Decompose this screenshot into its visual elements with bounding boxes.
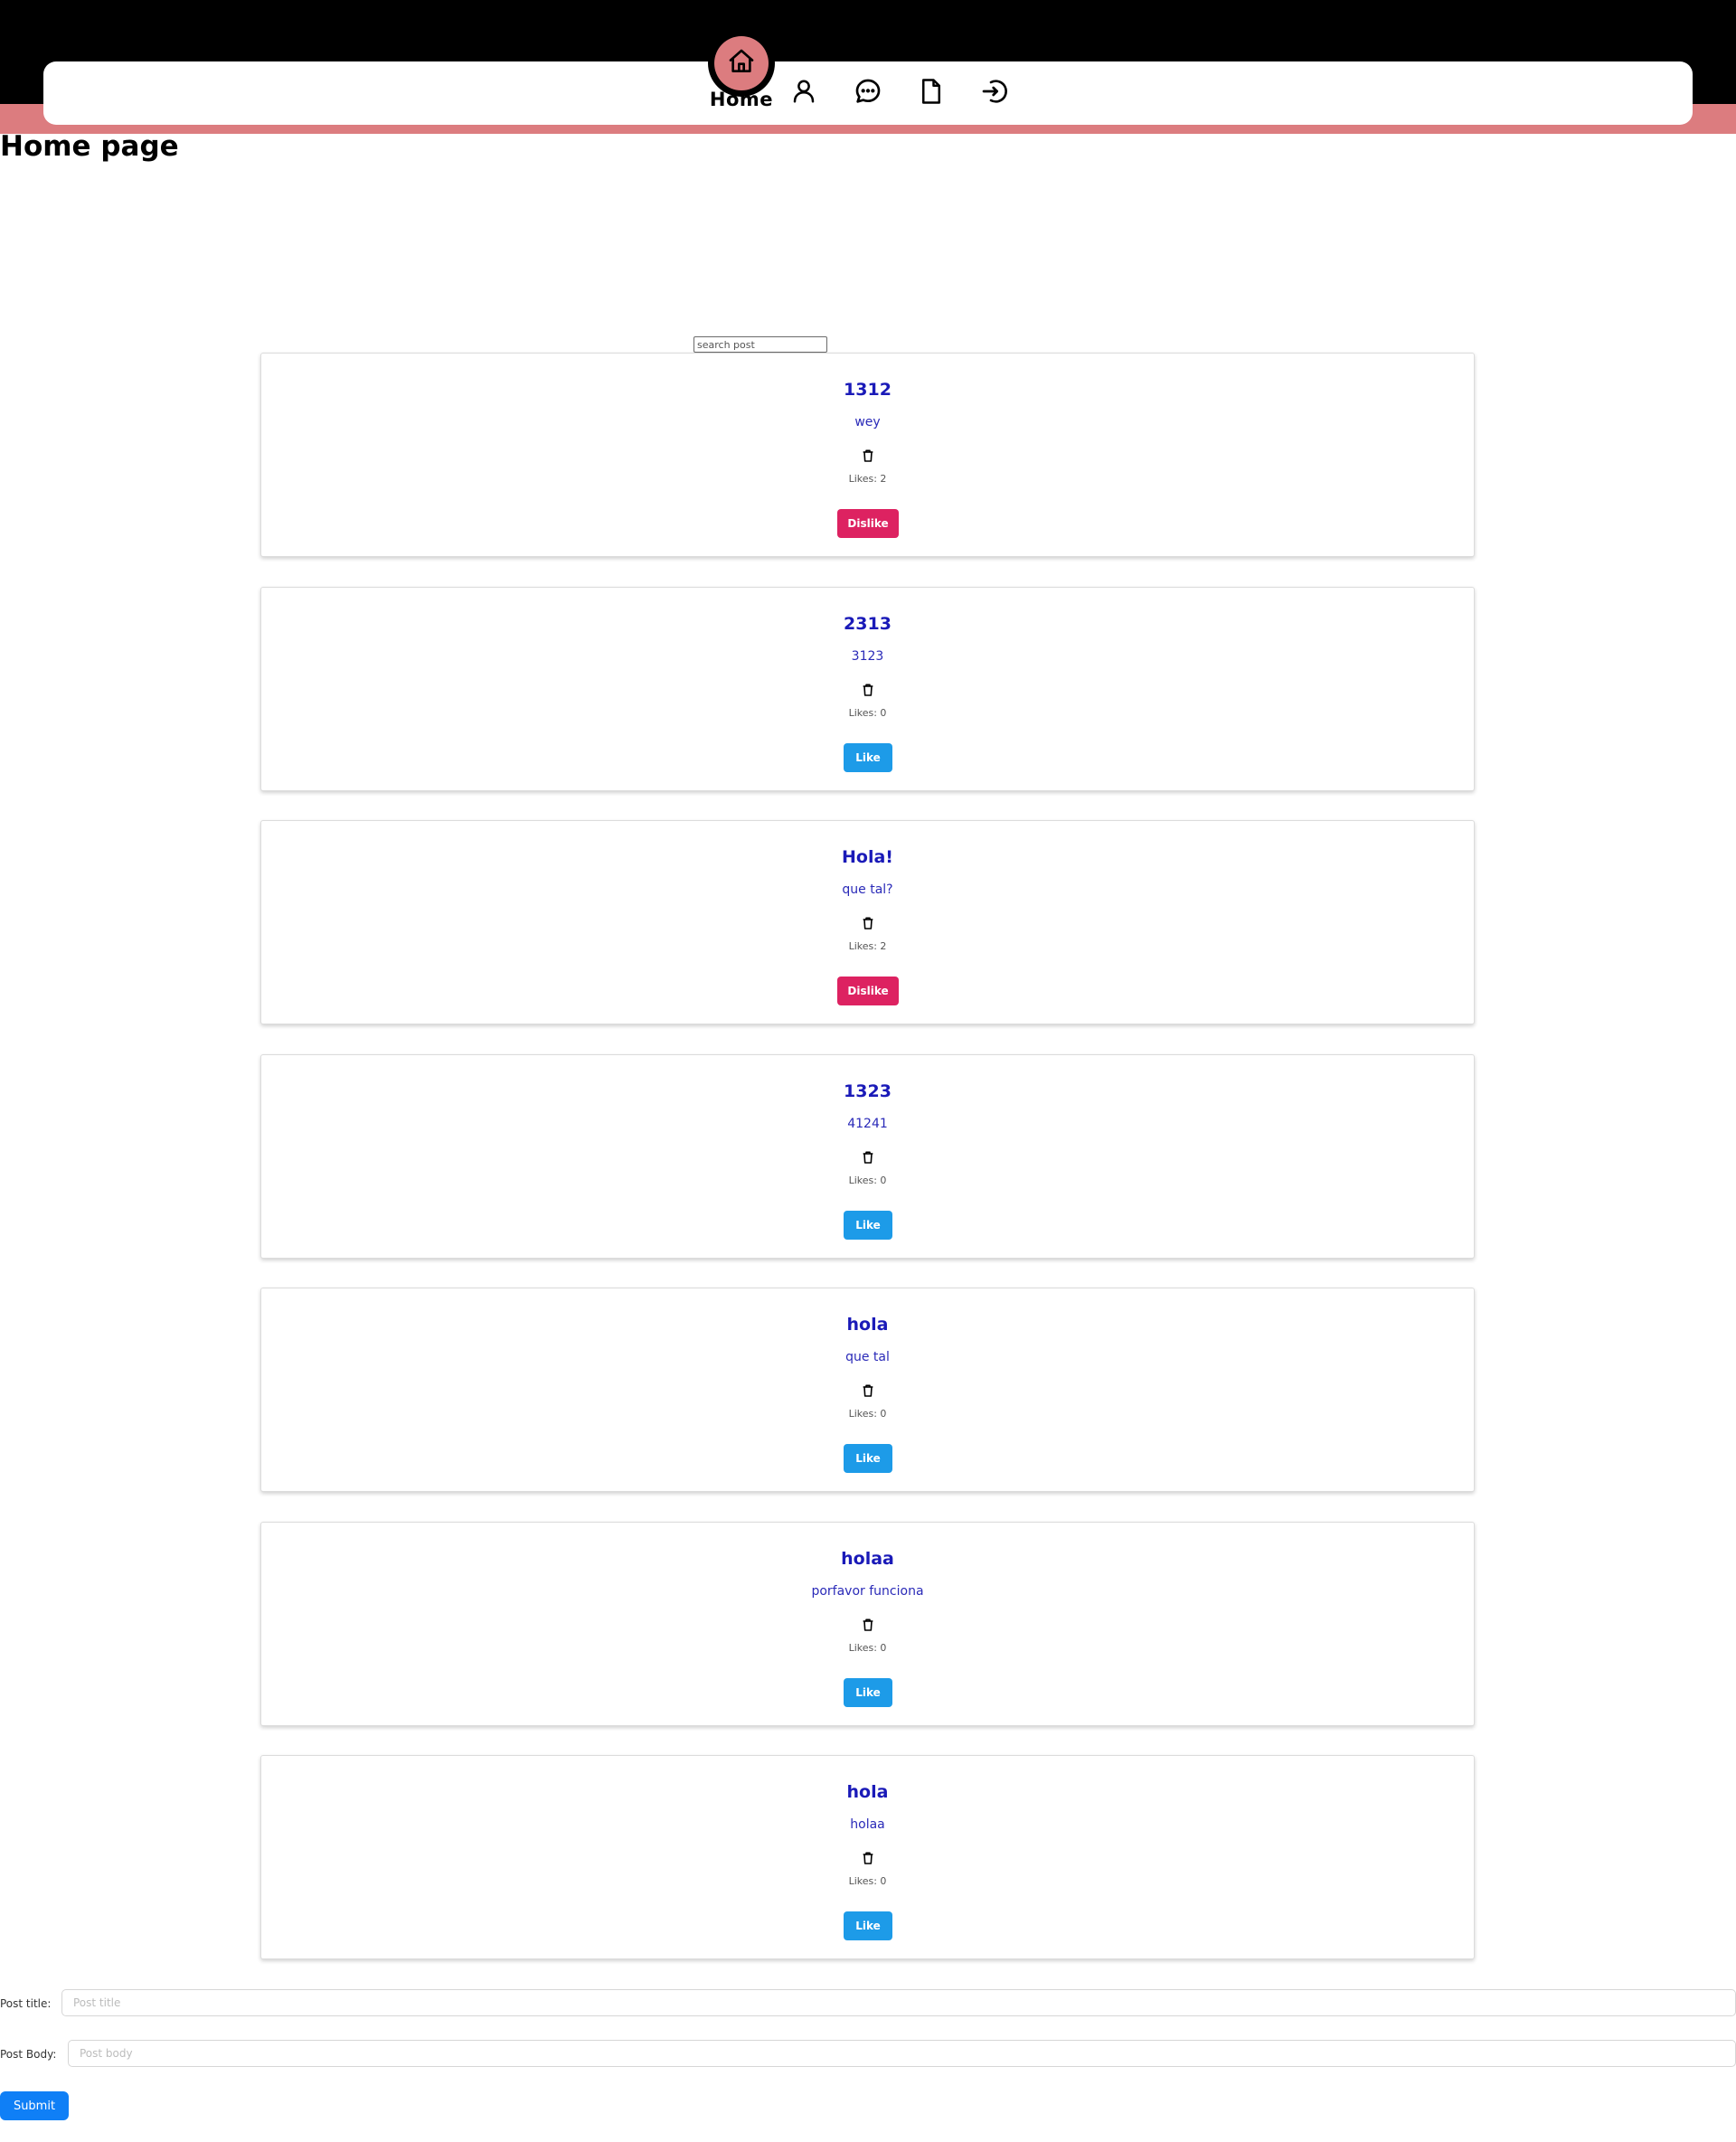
like-button[interactable]: Like (844, 1211, 892, 1240)
post-likes-count: Likes: 0 (848, 1408, 887, 1420)
post-body-input[interactable] (68, 2040, 1736, 2067)
post-likes-count: Likes: 2 (848, 473, 887, 485)
delete-post-button[interactable] (859, 1150, 877, 1168)
nav-home-label[interactable]: Home (707, 89, 776, 110)
trash-icon (861, 916, 875, 934)
document-icon (918, 78, 945, 109)
like-button[interactable]: Like (844, 1444, 892, 1473)
post-body: que tal? (842, 882, 893, 897)
trash-icon (861, 448, 875, 467)
post-title-input[interactable] (61, 1989, 1736, 2016)
delete-post-button[interactable] (859, 1618, 877, 1636)
delete-post-button[interactable] (859, 1851, 877, 1869)
post-title: holaa (841, 1549, 894, 1569)
post-card: Hola! que tal? Likes: 2 Dislike (260, 820, 1475, 1024)
trash-icon (861, 1851, 875, 1869)
nav-item-messages[interactable] (853, 78, 883, 109)
like-button[interactable]: Like (844, 1911, 892, 1940)
post-card: 1323 41241 Likes: 0 Like (260, 1054, 1475, 1259)
post-body: holaa (850, 1817, 885, 1832)
post-likes-count: Likes: 0 (848, 1642, 887, 1654)
trash-icon (861, 683, 875, 701)
nav-item-profile[interactable] (788, 78, 819, 109)
user-icon (790, 78, 817, 109)
search-input[interactable] (693, 336, 827, 353)
nav-item-home[interactable] (714, 36, 769, 90)
delete-post-button[interactable] (859, 916, 877, 934)
post-card: 2313 3123 Likes: 0 Like (260, 587, 1475, 791)
post-card: holaa porfavor funciona Likes: 0 Like (260, 1522, 1475, 1726)
delete-post-button[interactable] (859, 1383, 877, 1401)
post-title: hola (846, 1782, 889, 1802)
trash-icon (861, 1618, 875, 1636)
page-title: Home page (0, 130, 179, 163)
post-body: que tal (845, 1350, 890, 1364)
post-body: 41241 (847, 1117, 888, 1131)
post-title: Hola! (842, 847, 893, 867)
trash-icon (861, 1383, 875, 1401)
trash-icon (861, 1150, 875, 1168)
dislike-button[interactable]: Dislike (837, 977, 899, 1005)
post-title-label: Post title: (0, 1997, 52, 2010)
post-likes-count: Likes: 0 (848, 707, 887, 719)
post-title: 1323 (844, 1081, 892, 1101)
delete-post-button[interactable] (859, 683, 877, 701)
post-card: hola holaa Likes: 0 Like (260, 1755, 1475, 1959)
post-body: wey (854, 415, 881, 429)
post-body: porfavor funciona (811, 1584, 924, 1599)
post-title: 1312 (844, 380, 892, 400)
dislike-button[interactable]: Dislike (837, 509, 899, 538)
post-likes-count: Likes: 2 (848, 940, 887, 952)
post-likes-count: Likes: 0 (848, 1175, 887, 1186)
post-card: 1312 wey Likes: 2 Dislike (260, 353, 1475, 557)
nav-item-logout[interactable] (979, 78, 1010, 109)
post-body-label: Post Body: (0, 2048, 57, 2061)
like-button[interactable]: Like (844, 1678, 892, 1707)
nav-item-documents[interactable] (916, 78, 947, 109)
post-likes-count: Likes: 0 (848, 1875, 887, 1887)
home-icon (727, 47, 756, 80)
delete-post-button[interactable] (859, 448, 877, 467)
post-title: hola (846, 1315, 889, 1335)
like-button[interactable]: Like (844, 743, 892, 772)
logout-icon (980, 77, 1009, 109)
post-title: 2313 (844, 614, 892, 634)
submit-button[interactable]: Submit (0, 2091, 69, 2120)
chat-icon (854, 77, 882, 109)
post-card: hola que tal Likes: 0 Like (260, 1288, 1475, 1492)
post-body: 3123 (851, 649, 884, 664)
